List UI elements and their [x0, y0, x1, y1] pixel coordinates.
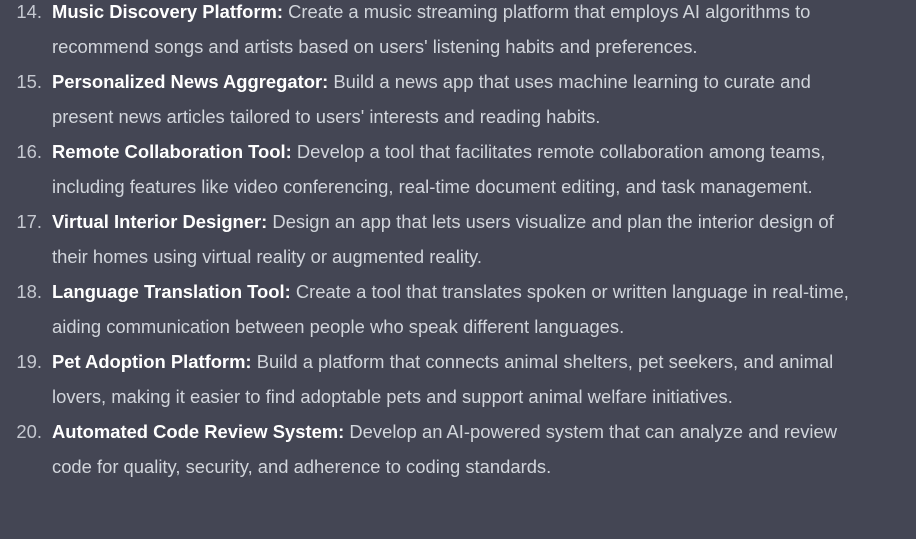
item-number: 16. — [16, 141, 42, 162]
item-number: 20. — [16, 421, 42, 442]
item-title: Language Translation Tool: — [52, 281, 291, 302]
item-number: 18. — [16, 281, 42, 302]
list-item-20: 20. Automated Code Review System: Develo… — [0, 414, 916, 484]
list-item-15: 15. Personalized News Aggregator: Build … — [0, 64, 916, 134]
item-title: Pet Adoption Platform: — [52, 351, 252, 372]
item-title: Personalized News Aggregator: — [52, 71, 329, 92]
item-title: Virtual Interior Designer: — [52, 211, 268, 232]
item-number: 14. — [16, 1, 42, 22]
item-number: 17. — [16, 211, 42, 232]
item-title: Music Discovery Platform: — [52, 1, 283, 22]
list-item-19: 19. Pet Adoption Platform: Build a platf… — [0, 344, 916, 414]
list-item-14: 14. Music Discovery Platform: Create a m… — [0, 0, 916, 64]
list-item-16: 16. Remote Collaboration Tool: Develop a… — [0, 134, 916, 204]
list-item-17: 17. Virtual Interior Designer: Design an… — [0, 204, 916, 274]
item-number: 19. — [16, 351, 42, 372]
list-item-18: 18. Language Translation Tool: Create a … — [0, 274, 916, 344]
idea-list: 14. Music Discovery Platform: Create a m… — [0, 0, 916, 484]
item-number: 15. — [16, 71, 42, 92]
item-title: Remote Collaboration Tool: — [52, 141, 292, 162]
item-title: Automated Code Review System: — [52, 421, 345, 442]
